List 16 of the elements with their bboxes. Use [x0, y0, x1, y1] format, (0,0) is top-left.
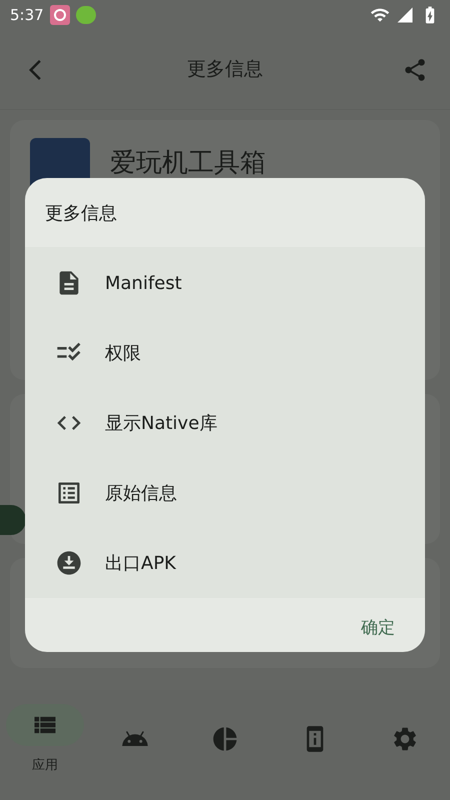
menu-item[interactable]: 原始信息: [25, 458, 425, 528]
menu-item[interactable]: 权限: [25, 318, 425, 388]
download-icon: [55, 549, 83, 577]
settings-icon: [391, 725, 419, 753]
menu-item[interactable]: Manifest: [25, 248, 425, 318]
notification-icon: [50, 5, 70, 25]
menu-item[interactable]: 出口APK: [25, 528, 425, 598]
status-time: 5:37: [10, 4, 44, 26]
dialog-title: 更多信息: [44, 202, 118, 226]
menu-item[interactable]: 显示Native库: [25, 388, 425, 458]
confirm-button[interactable]: 确定: [351, 612, 405, 646]
app-name: 爱玩机工具箱: [110, 147, 266, 180]
page-title: 更多信息: [186, 57, 264, 82]
signal-icon: [396, 6, 414, 24]
pie-chart-icon: [211, 725, 239, 753]
notification-icon: [76, 6, 96, 24]
